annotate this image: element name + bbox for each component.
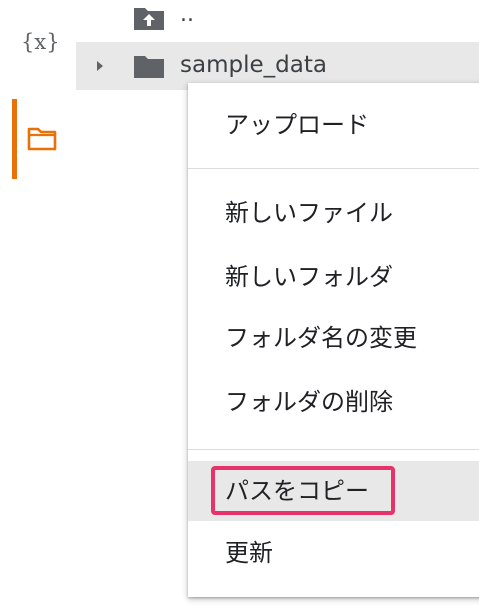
menu-item-new-folder[interactable]: 新しいフォルダ (188, 247, 479, 307)
menu-item-delete-folder[interactable]: フォルダの削除 (188, 372, 479, 432)
parent-directory-label: .. (180, 2, 194, 27)
context-menu: アップロード 新しいファイル 新しいフォルダ フォルダ名の変更 フォルダの削除 … (188, 83, 479, 597)
files-folder-icon[interactable] (26, 124, 58, 152)
activity-rail: {x} (0, 0, 76, 611)
active-indicator (12, 99, 17, 179)
variables-icon[interactable]: {x} (21, 30, 60, 54)
menu-item-upload[interactable]: アップロード (188, 95, 479, 155)
folder-up-icon (134, 8, 164, 30)
menu-item-rename-folder[interactable]: フォルダ名の変更 (188, 308, 479, 368)
menu-item-copy-path[interactable]: パスをコピー (188, 461, 479, 521)
menu-divider (188, 168, 479, 169)
chevron-right-icon[interactable] (94, 59, 106, 73)
menu-item-refresh[interactable]: 更新 (188, 523, 479, 583)
folder-label: sample_data (180, 52, 327, 78)
menu-item-new-file[interactable]: 新しいファイル (188, 183, 479, 243)
parent-directory-row[interactable]: .. (76, 0, 479, 40)
folder-icon (134, 56, 164, 78)
menu-divider (188, 449, 479, 450)
